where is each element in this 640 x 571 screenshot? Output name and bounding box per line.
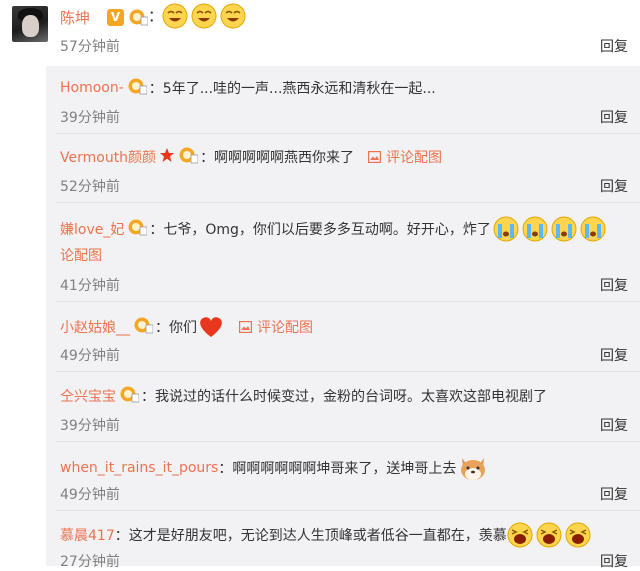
- divider: [56, 510, 640, 511]
- crying-emoji-icon: [522, 216, 548, 242]
- image-icon: [368, 151, 382, 163]
- laughing-emoji-group: [507, 522, 591, 548]
- star-badge-icon: [159, 147, 175, 167]
- avatar[interactable]: [12, 6, 48, 42]
- divider: [56, 371, 640, 372]
- commenter-name[interactable]: when_it_rains_it_pours: [60, 460, 218, 476]
- laughing-emoji-icon: [536, 522, 562, 548]
- commenter-name[interactable]: 慕晨417: [60, 525, 115, 545]
- heart-icon: [200, 317, 222, 337]
- image-icon: [239, 321, 252, 333]
- level-icon: [127, 218, 148, 240]
- crying-emoji-icon: [493, 216, 519, 242]
- crying-emoji-icon: [580, 216, 606, 242]
- commenter-name[interactable]: Vermouth颜颜: [60, 147, 156, 167]
- comment-text: ：这才是好朋友吧，无论到达人生顶峰或者低谷一直都在，羡慕: [114, 528, 507, 544]
- reply-button[interactable]: 回复: [600, 345, 628, 365]
- crying-emoji-icon: [551, 216, 577, 242]
- divider: [56, 301, 640, 302]
- comment-timestamp: 52分钟前: [60, 179, 120, 195]
- smile-emoji-icon: [191, 3, 217, 29]
- reply-button[interactable]: 回复: [600, 415, 628, 435]
- comment-timestamp: 39分钟前: [60, 110, 120, 126]
- divider: [56, 133, 640, 134]
- level-icon: [178, 146, 199, 168]
- post-colon: ：: [148, 7, 164, 25]
- smile-emoji-icon: [220, 3, 246, 29]
- comment-text: ：5年了...哇的一声...燕西永远和清秋在一起...: [148, 81, 436, 97]
- verified-badge: V: [107, 9, 124, 26]
- level-icon: [128, 8, 149, 30]
- comment-picture-label[interactable]: 评论配图: [386, 147, 442, 167]
- reply-button[interactable]: 回复: [600, 275, 628, 295]
- comment-text: ：啊啊啊啊啊燕西你来了: [200, 150, 355, 166]
- comment-picture-label[interactable]: 论配图: [60, 245, 102, 265]
- laughing-emoji-icon: [507, 522, 533, 548]
- crying-emoji-group: [493, 216, 606, 242]
- commenter-name[interactable]: 仝兴宝宝: [60, 386, 116, 406]
- reply-button[interactable]: 回复: [600, 176, 628, 196]
- comment-timestamp: 27分钟前: [60, 554, 120, 570]
- divider: [56, 441, 640, 442]
- smile-emoji-group: [162, 2, 252, 30]
- laughing-emoji-icon: [565, 522, 591, 548]
- comment-picture-link[interactable]: 评论配图: [368, 147, 442, 167]
- commenter-name[interactable]: 嫌love_妃: [60, 219, 124, 239]
- comment-timestamp: 49分钟前: [60, 487, 120, 503]
- post-reply-button[interactable]: 回复: [600, 36, 628, 56]
- comment-timestamp: 49分钟前: [60, 348, 120, 364]
- commenter-name[interactable]: 小赵姑娘__: [60, 317, 130, 337]
- comment-list: Homoon- ：5年了...哇的一声...燕西永远和清秋在一起... 39分钟…: [46, 66, 640, 570]
- post-timestamp: 57分钟前: [60, 39, 120, 55]
- level-icon: [127, 77, 148, 99]
- comment-picture-link[interactable]: 评论配图: [239, 317, 313, 337]
- comment-text: ：你们: [155, 320, 197, 336]
- post-author-name[interactable]: 陈坤: [60, 7, 90, 28]
- reply-button[interactable]: 回复: [600, 484, 628, 504]
- smile-emoji-icon: [162, 3, 188, 29]
- level-icon: [119, 385, 140, 407]
- comment-timestamp: 39分钟前: [60, 418, 120, 434]
- comment-text: ：啊啊啊啊啊啊坤哥来了，送坤哥上去: [218, 461, 457, 477]
- comment-timestamp: 41分钟前: [60, 278, 120, 294]
- reply-button[interactable]: 回复: [600, 107, 628, 127]
- commenter-name[interactable]: Homoon-: [60, 80, 124, 96]
- comment-text: ：我说过的话什么时候变过，金粉的台词呀。太喜欢这部电视剧了: [141, 389, 547, 405]
- divider: [56, 202, 640, 203]
- level-icon: [133, 316, 154, 338]
- comment-picture-label[interactable]: 评论配图: [257, 317, 313, 337]
- reply-button[interactable]: 回复: [600, 551, 628, 571]
- comment-text: ：七爷，Omg，你们以后要多多互动啊。好开心，炸了: [149, 222, 491, 238]
- shiba-dog-emoji-icon: [461, 458, 486, 480]
